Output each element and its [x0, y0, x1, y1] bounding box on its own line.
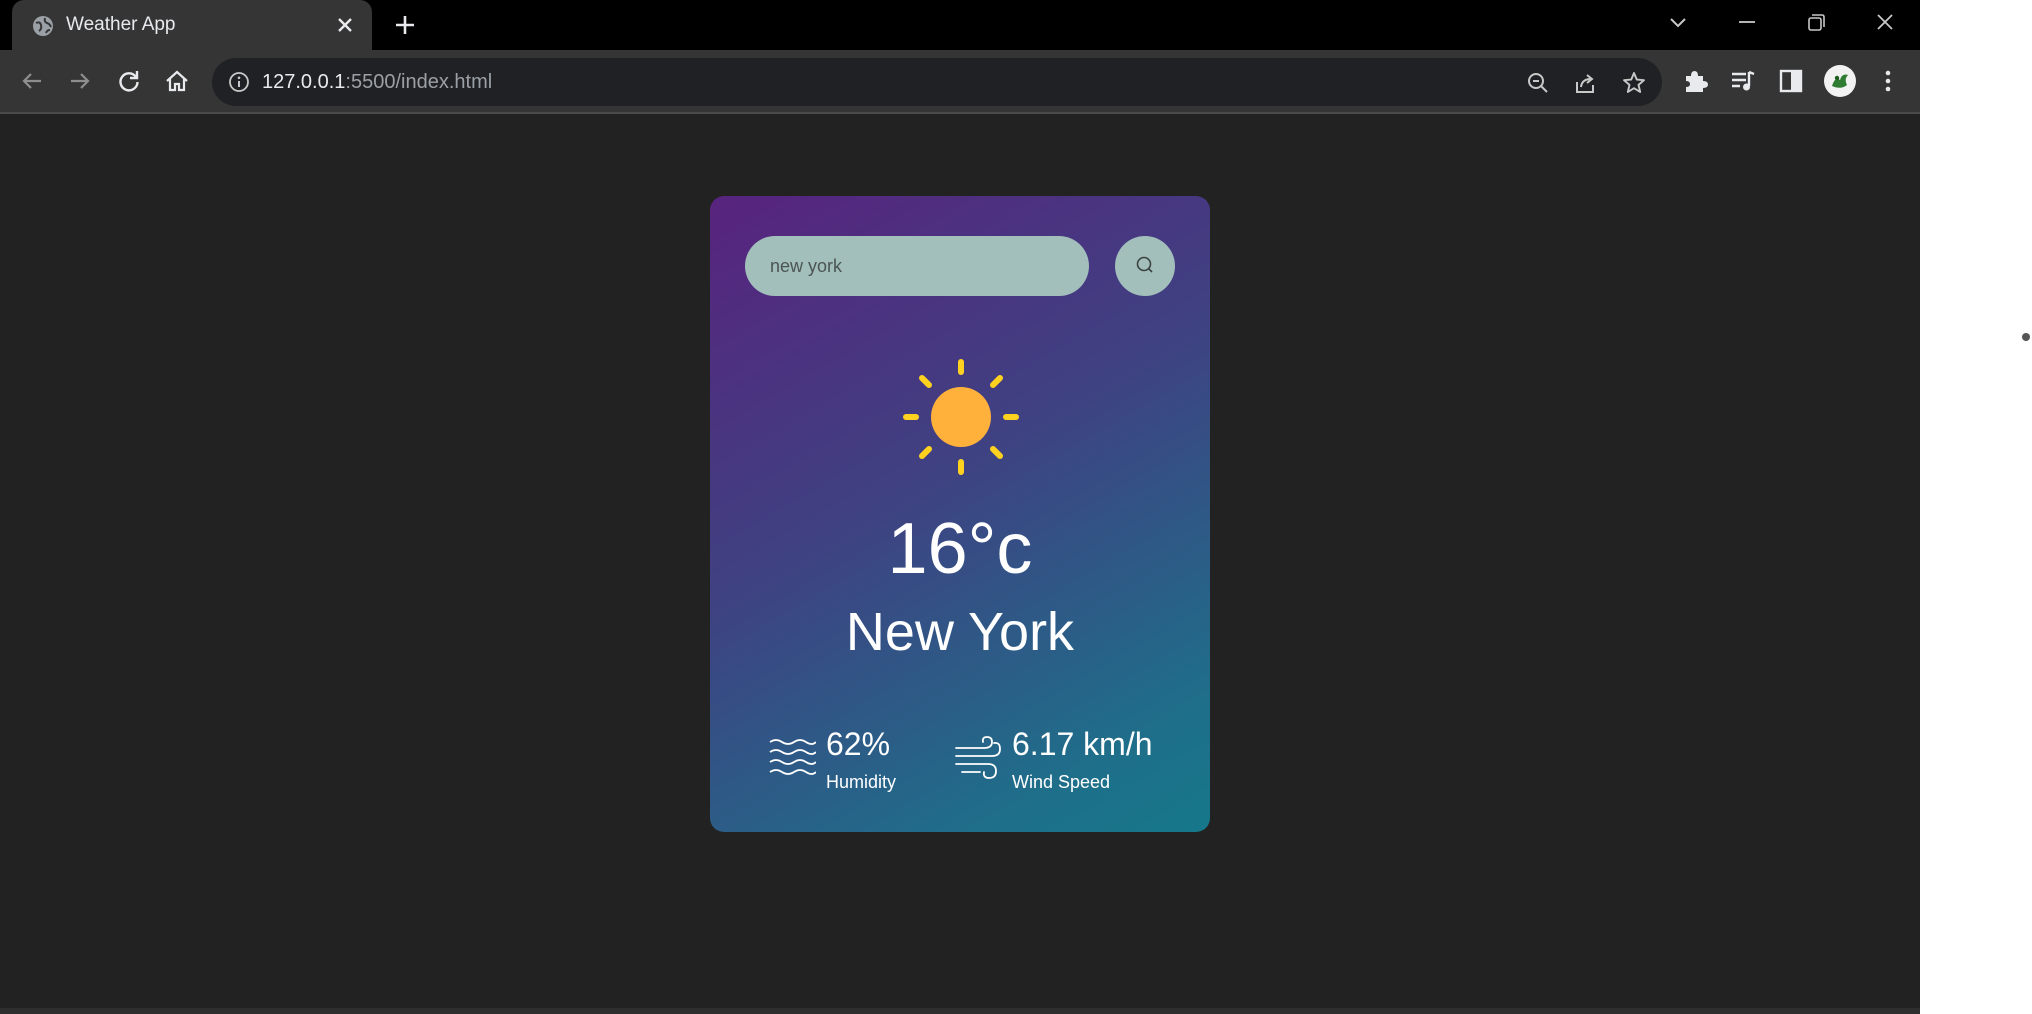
- media-queue-icon[interactable]: [1728, 66, 1758, 96]
- more-vert-icon[interactable]: [1873, 66, 1903, 96]
- url-host: 127.0.0.1: [262, 71, 346, 93]
- close-icon[interactable]: [332, 12, 358, 38]
- wind-speed-value: 6.17 km/h: [1012, 726, 1153, 762]
- chevron-down-icon[interactable]: [1663, 10, 1693, 36]
- side-panel-icon[interactable]: [1776, 66, 1806, 96]
- tab-title: Weather App: [66, 14, 176, 35]
- browser-window: Weather App 127.0.0.1:5500/index.html ne…: [0, 0, 1920, 1014]
- sun-icon: [903, 359, 1019, 475]
- city-name: New York: [845, 602, 1075, 662]
- close-window-icon[interactable]: [1870, 10, 1900, 36]
- search-icon: [1136, 256, 1153, 273]
- search-button[interactable]: [1115, 236, 1175, 296]
- plus-icon[interactable]: [392, 12, 418, 38]
- info-icon[interactable]: [228, 71, 250, 93]
- minimize-icon[interactable]: [1732, 10, 1762, 36]
- humidity-value: 62%: [826, 726, 891, 762]
- arrow-left-icon[interactable]: [17, 66, 47, 96]
- puzzle-icon[interactable]: [1680, 66, 1710, 96]
- wind-detail: 6.17 km/h Wind Speed: [954, 726, 1174, 806]
- tab-strip: Weather App: [0, 0, 1920, 52]
- temperature: 16°c: [887, 509, 1033, 589]
- url-path: :5500/index.html: [345, 71, 493, 93]
- avatar[interactable]: [1823, 64, 1857, 98]
- reload-icon[interactable]: [114, 66, 144, 96]
- desktop-dot: [2022, 333, 2030, 341]
- home-icon[interactable]: [162, 66, 192, 96]
- zoom-out-icon[interactable]: [1525, 70, 1551, 96]
- restore-icon[interactable]: [1801, 10, 1831, 36]
- tab-weather-app[interactable]: Weather App: [12, 0, 372, 52]
- page-viewport: 16°c New York 62% Humidity: [0, 116, 1920, 1010]
- url-text[interactable]: 127.0.0.1:5500/index.html: [262, 71, 492, 94]
- wind-speed-label: Wind Speed: [1012, 772, 1111, 792]
- waves-icon: [769, 739, 816, 775]
- window-bottom-edge: [0, 1008, 1920, 1014]
- search-input[interactable]: [745, 236, 1089, 296]
- browser-toolbar: 127.0.0.1:5500/index.html: [0, 50, 1920, 114]
- humidity-detail: 62% Humidity: [768, 726, 928, 806]
- share-icon[interactable]: [1573, 70, 1599, 96]
- star-icon[interactable]: [1621, 70, 1647, 96]
- wind-icon: [955, 736, 1001, 779]
- weather-card: 16°c New York 62% Humidity: [710, 196, 1210, 832]
- address-bar[interactable]: 127.0.0.1:5500/index.html: [212, 58, 1662, 106]
- arrow-right-icon[interactable]: [65, 66, 95, 96]
- humidity-label: Humidity: [826, 772, 897, 792]
- globe-icon: [33, 16, 53, 36]
